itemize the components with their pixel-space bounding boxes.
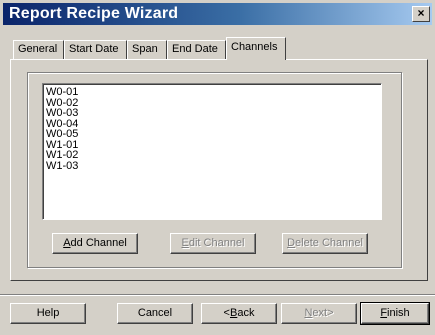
tab-general[interactable]: General bbox=[13, 40, 64, 59]
button-label: Help bbox=[36, 307, 60, 319]
back-button[interactable]: <Back bbox=[201, 303, 277, 324]
add-channel-button[interactable]: Add Channel bbox=[52, 233, 138, 254]
tab-label: End Date bbox=[172, 43, 218, 55]
button-label: dd Channel bbox=[70, 237, 127, 249]
delete-channel-button[interactable]: Delete Channel bbox=[282, 233, 368, 254]
button-label: inish bbox=[387, 307, 410, 319]
list-item[interactable]: W0-04 bbox=[46, 118, 381, 130]
mnemonic: A bbox=[63, 237, 71, 249]
tab-start-date[interactable]: Start Date bbox=[64, 40, 127, 59]
tab-label: Channels bbox=[231, 41, 278, 53]
list-item[interactable]: W0-05 bbox=[46, 129, 381, 140]
tab-span[interactable]: Span bbox=[127, 40, 167, 59]
channels-group: W0-01 W0-02 W0-03 W0-04 W0-05 W1-01 W1-0… bbox=[27, 72, 402, 268]
list-item[interactable]: W1-02 bbox=[46, 150, 381, 161]
wizard-window: Report Recipe Wizard × General Start Dat… bbox=[0, 0, 435, 335]
button-label: ack bbox=[237, 307, 255, 319]
list-item[interactable]: W1-03 bbox=[46, 160, 381, 172]
title-bar[interactable]: Report Recipe Wizard × bbox=[3, 3, 432, 25]
button-label: elete Channel bbox=[295, 237, 363, 249]
close-icon: × bbox=[417, 6, 425, 20]
button-label: Cancel bbox=[137, 307, 173, 319]
close-button[interactable]: × bbox=[412, 6, 430, 22]
list-item[interactable]: W1-01 bbox=[46, 139, 381, 151]
cancel-button[interactable]: Cancel bbox=[117, 303, 193, 324]
list-item[interactable]: W0-03 bbox=[46, 108, 381, 119]
next-button[interactable]: Next> bbox=[281, 303, 357, 324]
mnemonic: E bbox=[181, 237, 189, 249]
tab-end-date[interactable]: End Date bbox=[167, 40, 226, 59]
tab-channels[interactable]: Channels bbox=[226, 37, 286, 60]
tab-label: Start Date bbox=[69, 43, 119, 55]
channel-list[interactable]: W0-01 W0-02 W0-03 W0-04 W0-05 W1-01 W1-0… bbox=[42, 83, 382, 220]
help-button[interactable]: Help bbox=[10, 303, 86, 324]
tab-label: General bbox=[18, 43, 58, 55]
channels-panel: W0-01 W0-02 W0-03 W0-04 W0-05 W1-01 W1-0… bbox=[10, 59, 428, 281]
button-label: dit Channel bbox=[188, 237, 245, 249]
finish-button[interactable]: Finish bbox=[360, 302, 430, 325]
button-label: ext> bbox=[312, 307, 334, 319]
tab-label: Span bbox=[132, 43, 158, 55]
mnemonic: D bbox=[287, 237, 296, 249]
edit-channel-button[interactable]: Edit Channel bbox=[170, 233, 256, 254]
list-item[interactable]: W0-01 bbox=[46, 87, 381, 98]
footer-divider-highlight bbox=[0, 295, 435, 296]
window-title: Report Recipe Wizard bbox=[9, 5, 179, 22]
list-item[interactable]: W0-02 bbox=[46, 97, 381, 109]
